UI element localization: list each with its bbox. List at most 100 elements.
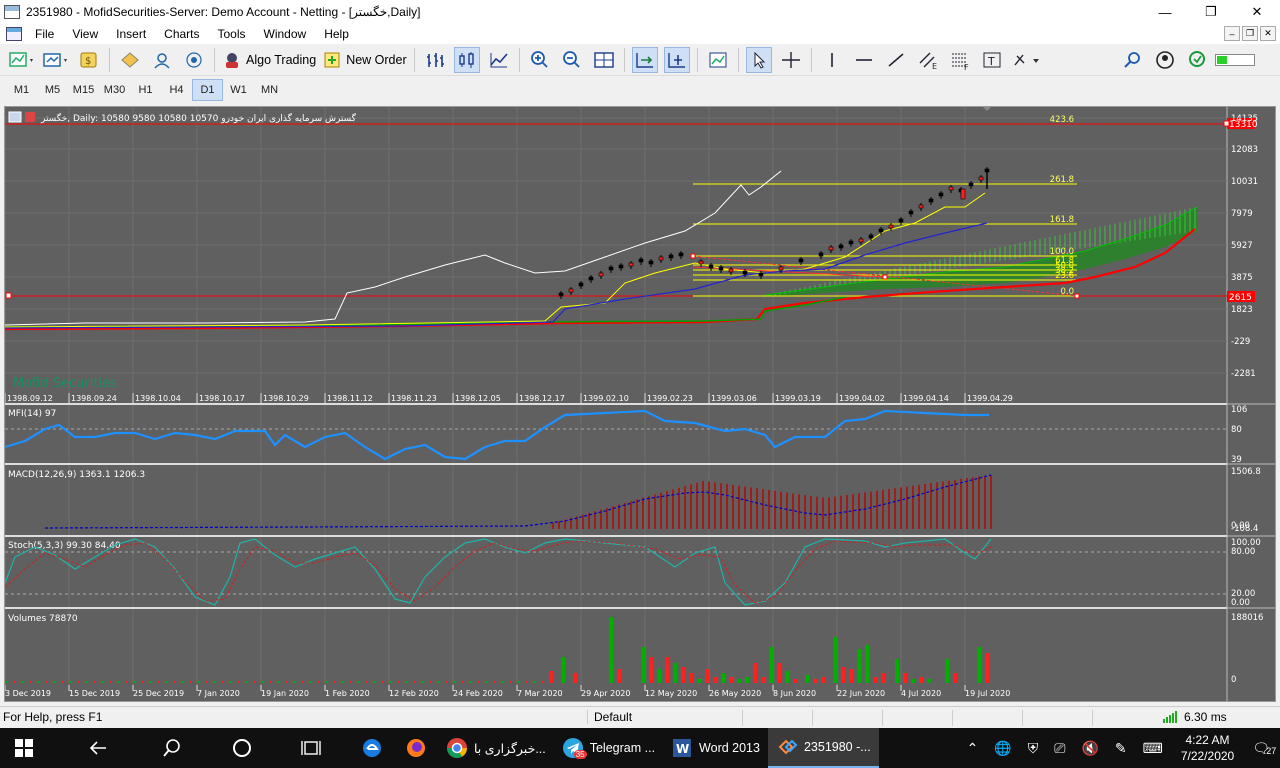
- account-icon[interactable]: [1152, 47, 1178, 73]
- ping-indicator[interactable]: 6.30 ms: [1162, 710, 1227, 724]
- price-pane[interactable]: [5, 107, 1227, 403]
- menu-tools[interactable]: Tools: [209, 27, 255, 41]
- mdi-minimize-button[interactable]: –: [1224, 26, 1240, 41]
- chart-shift-icon[interactable]: [663, 46, 690, 73]
- back-button[interactable]: [74, 728, 122, 768]
- candlestick-chart-icon[interactable]: [453, 46, 480, 73]
- trendline-icon[interactable]: [883, 47, 909, 73]
- minimize-button[interactable]: —: [1142, 0, 1188, 24]
- line-handle[interactable]: [5, 292, 12, 299]
- new-order-button[interactable]: New Order: [322, 47, 407, 73]
- date-axis-label: 26 May 2020: [709, 689, 761, 698]
- chart-window-icon[interactable]: [6, 27, 22, 41]
- volume-bar: [681, 667, 685, 683]
- new-chart-icon[interactable]: [8, 47, 36, 73]
- menu-help[interactable]: Help: [315, 27, 358, 41]
- taskbar-clock[interactable]: 4:22 AM 7/22/2020: [1181, 732, 1234, 764]
- chart-canvas[interactable]: خگستر, Daily: 10580 9580 10580 10570 گست…: [4, 107, 1275, 701]
- volume-bar: [349, 681, 352, 683]
- lvl-signal-icon[interactable]: [1184, 47, 1210, 73]
- navigator-icon[interactable]: [117, 47, 143, 73]
- volume-bar: [713, 677, 717, 683]
- chart-window[interactable]: خگستر, Daily: 10580 9580 10580 10570 گست…: [4, 106, 1276, 702]
- timeframe-m30[interactable]: M30: [99, 79, 130, 101]
- tile-windows-icon[interactable]: [591, 47, 617, 73]
- maximize-button[interactable]: ❐: [1188, 0, 1234, 24]
- shapes-menu-icon[interactable]: [1011, 47, 1043, 73]
- cursor-icon[interactable]: [745, 46, 772, 73]
- menu-window[interactable]: Window: [255, 27, 316, 41]
- cortana-button[interactable]: [218, 728, 266, 768]
- timeframe-w1[interactable]: W1: [223, 79, 254, 101]
- date-axis-label: 25 Dec 2019: [133, 689, 184, 698]
- templates-icon[interactable]: [705, 47, 731, 73]
- action-center-icon[interactable]: 🗨 27: [1252, 740, 1276, 757]
- mdi-close-button[interactable]: ✕: [1260, 26, 1276, 41]
- volume-bar: [945, 659, 949, 683]
- volume-bar: [977, 647, 981, 683]
- menu-charts[interactable]: Charts: [155, 27, 208, 41]
- signals-icon[interactable]: [181, 47, 207, 73]
- security-shield-icon[interactable]: ⛨: [1028, 740, 1039, 757]
- menu-view[interactable]: View: [63, 27, 107, 41]
- toolbox-icon[interactable]: [149, 47, 175, 73]
- network-globe-icon[interactable]: 🌐: [994, 740, 1011, 757]
- vertical-line-icon[interactable]: [819, 47, 845, 73]
- timeframe-d1[interactable]: D1: [192, 79, 223, 101]
- timeframe-m15[interactable]: M15: [68, 79, 99, 101]
- close-button[interactable]: ✕: [1234, 0, 1280, 24]
- search-icon[interactable]: [1120, 47, 1146, 73]
- pen-icon[interactable]: ✎: [1115, 740, 1127, 757]
- timeframe-m5[interactable]: M5: [37, 79, 68, 101]
- volume-bar: [157, 681, 160, 683]
- line-handle[interactable]: [1223, 120, 1230, 127]
- zoom-out-icon[interactable]: [559, 47, 585, 73]
- profiles-icon[interactable]: [42, 47, 70, 73]
- date-axis-jalali-label: 1398.10.29: [263, 394, 309, 403]
- market-watch-icon[interactable]: $: [76, 47, 102, 73]
- timeframe-h4[interactable]: H4: [161, 79, 192, 101]
- menu-insert[interactable]: Insert: [107, 27, 155, 41]
- toolbar-separator: [810, 47, 812, 72]
- taskbar-app-chrome[interactable]: خبرگزاری با...: [438, 728, 554, 768]
- taskbar-app-mt5[interactable]: 2351980 -...: [767, 728, 879, 768]
- timeframe-m1[interactable]: M1: [6, 79, 37, 101]
- taskbar-app-word[interactable]: W Word 2013: [663, 728, 768, 768]
- candle-body: [758, 272, 764, 277]
- zoom-in-icon[interactable]: [527, 47, 553, 73]
- candle-body: [588, 276, 594, 281]
- search-button[interactable]: [148, 728, 196, 768]
- volume-bar: [881, 673, 885, 683]
- volume-muted-icon[interactable]: 🔇: [1081, 740, 1098, 757]
- timeframe-h1[interactable]: H1: [130, 79, 161, 101]
- stoch-pane[interactable]: [5, 537, 1227, 607]
- show-hidden-icons-chevron-up-icon[interactable]: ⌃: [967, 740, 979, 757]
- start-button[interactable]: [0, 728, 48, 768]
- edge-button[interactable]: [350, 728, 394, 768]
- text-tool-icon[interactable]: T: [979, 47, 1005, 73]
- crosshair-icon[interactable]: [778, 47, 804, 73]
- keyboard-icon[interactable]: ⌨: [1143, 740, 1163, 757]
- task-view-button[interactable]: [288, 728, 336, 768]
- volume-bar: [109, 681, 112, 683]
- bar-chart-icon[interactable]: [422, 47, 448, 73]
- volume-bar: [985, 653, 989, 683]
- mdi-restore-button[interactable]: ❐: [1242, 26, 1258, 41]
- horizontal-line-icon[interactable]: [851, 47, 877, 73]
- candle-body: [578, 282, 584, 287]
- volumes-pane[interactable]: [5, 609, 1227, 685]
- firefox-button[interactable]: [394, 728, 438, 768]
- network-monitor-icon[interactable]: ⎚: [1054, 740, 1065, 757]
- line-chart-icon[interactable]: [486, 47, 512, 73]
- auto-scroll-icon[interactable]: [631, 46, 658, 73]
- equidistant-channel-icon[interactable]: E: [915, 47, 941, 73]
- algo-trading-button[interactable]: Algo Trading: [222, 47, 316, 73]
- volume-bar: [93, 681, 96, 683]
- taskbar-app-telegram[interactable]: 35 Telegram ...: [554, 728, 663, 768]
- macd-pane[interactable]: [5, 465, 1227, 535]
- menu-file[interactable]: File: [26, 27, 63, 41]
- volume-bar: [213, 681, 216, 683]
- timeframe-mn[interactable]: MN: [254, 79, 285, 101]
- fibonacci-icon[interactable]: F: [947, 47, 973, 73]
- volume-bar: [533, 681, 536, 683]
